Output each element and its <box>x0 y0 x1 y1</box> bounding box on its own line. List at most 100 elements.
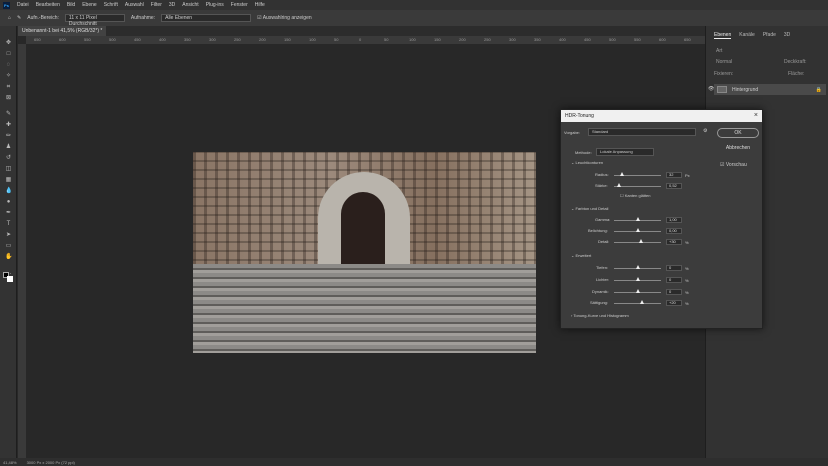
menu-3d[interactable]: 3D <box>169 2 175 8</box>
menu-plugins[interactable]: Plug-ins <box>206 2 224 8</box>
preview-checkbox[interactable]: ☑ Vorschau <box>720 162 747 168</box>
close-icon[interactable]: × <box>754 112 758 119</box>
gamma-slider[interactable] <box>614 217 661 221</box>
vibrance-slider[interactable] <box>614 289 661 293</box>
radius-slider[interactable] <box>614 172 661 176</box>
quick-select-tool-icon[interactable]: ✧ <box>5 73 12 79</box>
vibrance-unit: % <box>685 290 689 295</box>
dialog-title: HDR-Tonung × <box>561 110 762 122</box>
smooth-edges-checkbox[interactable]: ☐ Kanten glätten <box>620 193 651 198</box>
eyedropper-tool-icon[interactable]: ✎ <box>5 111 12 117</box>
highlights-unit: % <box>685 278 689 283</box>
document-tab[interactable]: Unbenannt-1 bei 41,5% (RGB/32*) * <box>18 26 107 36</box>
layer-filter[interactable]: Art <box>716 48 722 54</box>
strength-slider[interactable] <box>614 183 661 187</box>
detail-slider-thumb[interactable] <box>639 239 643 243</box>
tab-pfade[interactable]: Pfade <box>763 32 776 39</box>
layer-name: Hintergrund <box>732 86 759 93</box>
radius-slider-thumb[interactable] <box>620 172 624 176</box>
ruler-tick-label: 100 <box>409 37 416 42</box>
frame-tool-icon[interactable]: ⊠ <box>5 95 12 101</box>
tab-ebenen[interactable]: Ebenen <box>714 32 732 39</box>
vibrance-input[interactable]: 0 <box>666 289 682 295</box>
healing-tool-icon[interactable]: ✚ <box>5 122 12 128</box>
dodge-tool-icon[interactable]: ● <box>5 199 12 205</box>
glow-section-toggle[interactable]: ⌄ Leuchtkonturen <box>571 160 603 165</box>
document-size: 3000 Px x 2000 Px (72 ppi) <box>26 459 75 465</box>
layer-row[interactable]: Hintergrund 🔒 <box>714 84 826 95</box>
menu-datei[interactable]: Datei <box>17 2 29 8</box>
vibrance-slider-thumb[interactable] <box>636 289 640 293</box>
menu-bearbeiten[interactable]: Bearbeiten <box>36 2 60 8</box>
eyedropper-icon[interactable]: ✎ <box>17 15 21 21</box>
lasso-tool-icon[interactable]: ◌ <box>5 62 12 68</box>
ruler-tick-label: 400 <box>559 37 566 42</box>
menu-filter[interactable]: Filter <box>151 2 162 8</box>
menu-fenster[interactable]: Fenster <box>231 2 248 8</box>
tab-3d[interactable]: 3D <box>784 32 790 39</box>
detail-input[interactable]: +30 <box>666 239 682 245</box>
highlights-slider[interactable] <box>614 277 661 281</box>
highlights-input[interactable]: 0 <box>666 277 682 283</box>
method-select[interactable]: Lokale Anpassung <box>596 148 654 156</box>
exposure-slider[interactable] <box>614 228 661 232</box>
move-tool-icon[interactable]: ✥ <box>5 40 12 46</box>
strength-input[interactable]: 0,52 <box>666 183 682 189</box>
document-image[interactable] <box>193 152 536 353</box>
menu-bar: Ps Datei Bearbeiten Bild Ebene Schrift A… <box>0 0 828 10</box>
hand-tool-icon[interactable]: ✋ <box>5 254 12 260</box>
highlights-slider-thumb[interactable] <box>636 277 640 281</box>
radius-input[interactable]: 32 <box>666 172 682 178</box>
blend-mode-select[interactable]: Normal <box>716 59 732 65</box>
shadows-slider[interactable] <box>614 265 661 269</box>
menu-hilfe[interactable]: Hilfe <box>255 2 265 8</box>
background-color[interactable] <box>7 276 13 282</box>
strength-slider-thumb[interactable] <box>617 183 621 187</box>
exposure-slider-thumb[interactable] <box>636 228 640 232</box>
brush-tool-icon[interactable]: ✏ <box>5 133 12 139</box>
menu-schrift[interactable]: Schrift <box>104 2 118 8</box>
preset-select[interactable]: Standard <box>588 128 696 136</box>
crop-tool-icon[interactable]: ⌗ <box>5 84 12 90</box>
gamma-slider-thumb[interactable] <box>636 217 640 221</box>
tone-section-toggle[interactable]: ⌄ Farbton und Detail <box>571 206 608 211</box>
eraser-tool-icon[interactable]: ◫ <box>5 166 12 172</box>
blur-tool-icon[interactable]: 💧 <box>5 188 12 194</box>
cancel-button[interactable]: Abbrechen <box>717 144 759 154</box>
menu-ansicht[interactable]: Ansicht <box>182 2 198 8</box>
sample-select[interactable]: Alle Ebenen <box>161 14 252 22</box>
menu-bild[interactable]: Bild <box>67 2 75 8</box>
zoom-level[interactable]: 41,48% <box>3 460 17 465</box>
shape-tool-icon[interactable]: ▭ <box>5 243 12 249</box>
glow-section-title: Leuchtkonturen <box>575 160 604 165</box>
saturation-slider-thumb[interactable] <box>640 300 644 304</box>
detail-slider[interactable] <box>614 239 661 243</box>
ruler-tick-label: 200 <box>259 37 266 42</box>
ok-button[interactable]: OK <box>717 128 759 138</box>
show-ring-checkbox[interactable]: ☑ Auswahlring anzeigen <box>257 15 312 21</box>
saturation-slider[interactable] <box>614 300 661 304</box>
path-select-icon[interactable]: ➤ <box>5 232 12 238</box>
radius-unit: Px <box>685 173 690 178</box>
saturation-input[interactable]: +20 <box>666 300 682 306</box>
ruler-tick-label: 300 <box>509 37 516 42</box>
type-tool-icon[interactable]: T <box>5 221 12 227</box>
sample-size-select[interactable]: 11 x 11 Pixel Durchschnitt <box>64 14 125 27</box>
exposure-input[interactable]: 0,00 <box>666 228 682 234</box>
stamp-tool-icon[interactable]: ♟ <box>5 144 12 150</box>
shadows-slider-thumb[interactable] <box>636 265 640 269</box>
home-icon[interactable]: ⌂ <box>8 15 11 21</box>
menu-auswahl[interactable]: Auswahl <box>125 2 144 8</box>
gear-icon[interactable]: ⚙ <box>703 128 707 134</box>
curve-section-toggle[interactable]: › Tonung-Kurve und Histogramm <box>571 313 629 318</box>
advanced-section-toggle[interactable]: ⌄ Erweitert <box>571 253 591 258</box>
history-brush-icon[interactable]: ↺ <box>5 155 12 161</box>
tab-kanaele[interactable]: Kanäle <box>739 32 755 39</box>
pen-tool-icon[interactable]: ✒ <box>5 210 12 216</box>
preview-label: Vorschau <box>725 162 747 168</box>
gamma-input[interactable]: 1,00 <box>666 217 682 223</box>
shadows-input[interactable]: 0 <box>666 265 682 271</box>
gradient-tool-icon[interactable]: ▦ <box>5 177 12 183</box>
marquee-tool-icon[interactable]: □ <box>5 51 12 57</box>
menu-ebene[interactable]: Ebene <box>82 2 96 8</box>
